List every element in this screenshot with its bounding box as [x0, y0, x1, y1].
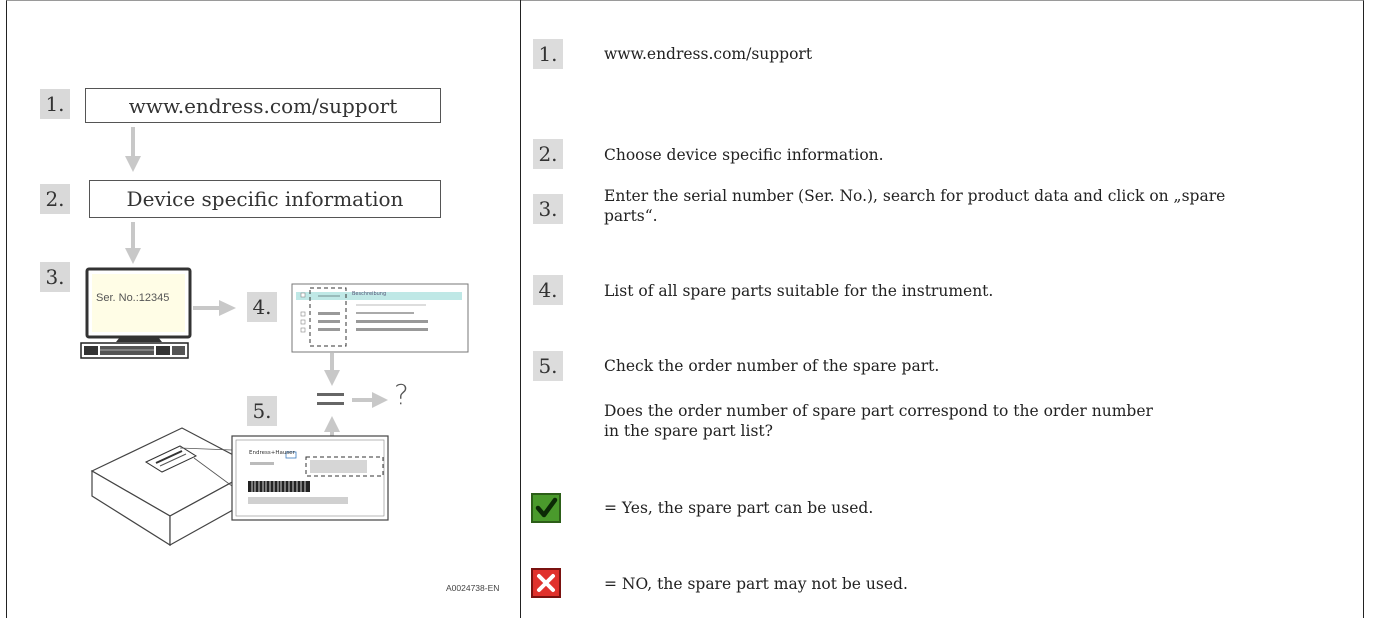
- down-arrow-icon: [125, 127, 141, 172]
- right-arrow-icon: [193, 300, 236, 316]
- nameplate-brand: Endress+Hauser: [249, 450, 295, 456]
- nameplate-icon: [231, 435, 389, 521]
- equals-icon: [317, 393, 344, 405]
- down-arrow-icon: [324, 353, 340, 386]
- step-2-text: Choose device specific information.: [604, 146, 884, 164]
- list-header-label: Beschreibung: [352, 291, 387, 297]
- column-divider: [520, 0, 521, 618]
- step-4-text: List of all spare parts suitable for the…: [604, 282, 994, 300]
- cross-icon: [531, 568, 561, 598]
- checkmark-icon: [531, 493, 561, 523]
- step-1-text: www.endress.com/support: [604, 45, 813, 63]
- keyboard-icon: [80, 342, 189, 359]
- step-5-text: Check the order number of the spare part…: [604, 357, 940, 375]
- computer-monitor-icon: [85, 267, 192, 342]
- step-3-number: 3.: [533, 194, 563, 224]
- monitor-serial-text: Ser. No.:12345: [96, 292, 170, 304]
- question-text: Does the order number of spare part corr…: [604, 402, 1153, 440]
- down-arrow-icon: [125, 222, 141, 264]
- right-arrow-icon: [352, 392, 388, 408]
- illustration-graphics: [80, 127, 469, 547]
- step-5-number: 5.: [533, 351, 563, 381]
- figure-id: A0024738-EN: [446, 583, 500, 593]
- step-4-number: 4.: [533, 275, 563, 305]
- step-2-number: 2.: [533, 139, 563, 169]
- answer-no-text: = NO, the spare part may not be used.: [604, 575, 908, 593]
- step-3-text: Enter the serial number (Ser. No.), sear…: [604, 187, 1226, 225]
- question-mark-symbol: ?: [394, 378, 409, 411]
- answer-yes-text: = Yes, the spare part can be used.: [604, 499, 874, 517]
- step-1-number: 1.: [533, 39, 563, 69]
